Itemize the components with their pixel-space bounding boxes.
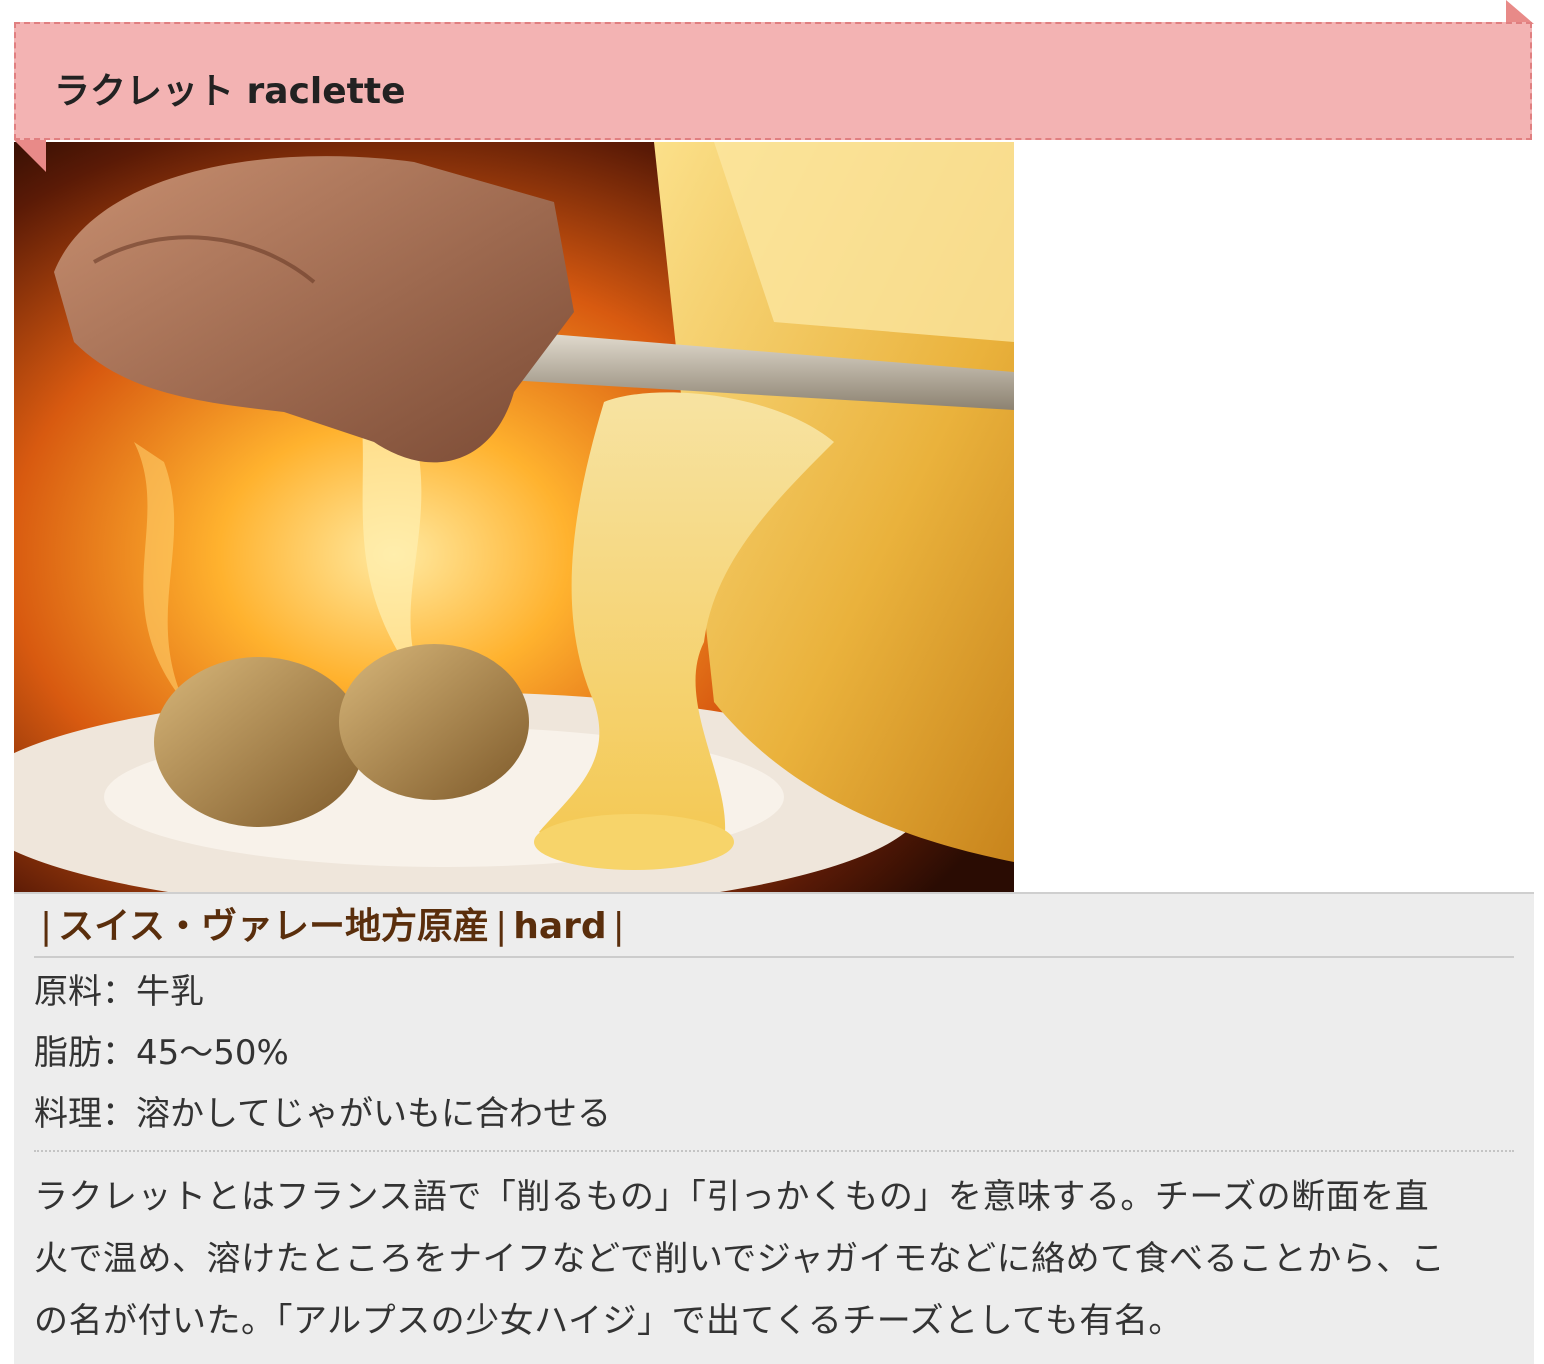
spec-label: 脂肪 (34, 1033, 102, 1073)
title-ribbon: ラクレット raclette (14, 22, 1532, 140)
spec-label: 原料 (34, 972, 102, 1012)
description-line: の名が付いた。「アルプスの少女ハイジ」で出てくるチーズとしても有名。 (34, 1301, 1183, 1341)
description-line: ラクレットとはフランス語で「削るもの」「引っかくもの」を意味する。チーズの断面を… (34, 1177, 1430, 1217)
spec-label: 料理 (34, 1094, 102, 1134)
spec-row-dish: 料理：溶かしてじゃがいもに合わせる (34, 1094, 611, 1134)
cheese-heading: | スイス・ヴァレー地方原産 | hard | (34, 904, 1514, 958)
spec-value: 溶かしてじゃがいもに合わせる (136, 1094, 611, 1134)
ribbon-fold-corner-bottom (14, 140, 46, 172)
page-title: ラクレット raclette (54, 71, 406, 112)
ribbon-fold-corner (1506, 0, 1534, 24)
cheese-info-panel: | スイス・ヴァレー地方原産 | hard | 原料：牛乳 脂肪：45〜50% 料理：溶… (14, 892, 1534, 1364)
divider: | (40, 906, 53, 947)
divider: | (495, 906, 508, 947)
divider: | (612, 906, 625, 947)
spec-value: 45〜50% (136, 1033, 289, 1073)
spec-row-ingredient: 原料：牛乳 (34, 972, 204, 1012)
cheese-description: ラクレットとはフランス語で「削るもの」「引っかくもの」を意味する。チーズの断面を… (34, 1166, 1514, 1352)
cheese-type: hard (513, 906, 607, 947)
cheese-origin: スイス・ヴァレー地方原産 (58, 906, 490, 947)
spec-list: 原料：牛乳 脂肪：45〜50% 料理：溶かしてじゃがいもに合わせる (34, 962, 1514, 1152)
spec-row-fat: 脂肪：45〜50% (34, 1033, 289, 1073)
description-line: 火で温め、溶けたところをナイフなどで削いでジャガイモなどに絡めて食べることから、… (34, 1239, 1446, 1279)
cheese-photo (14, 142, 1014, 892)
spec-value: 牛乳 (136, 972, 204, 1012)
